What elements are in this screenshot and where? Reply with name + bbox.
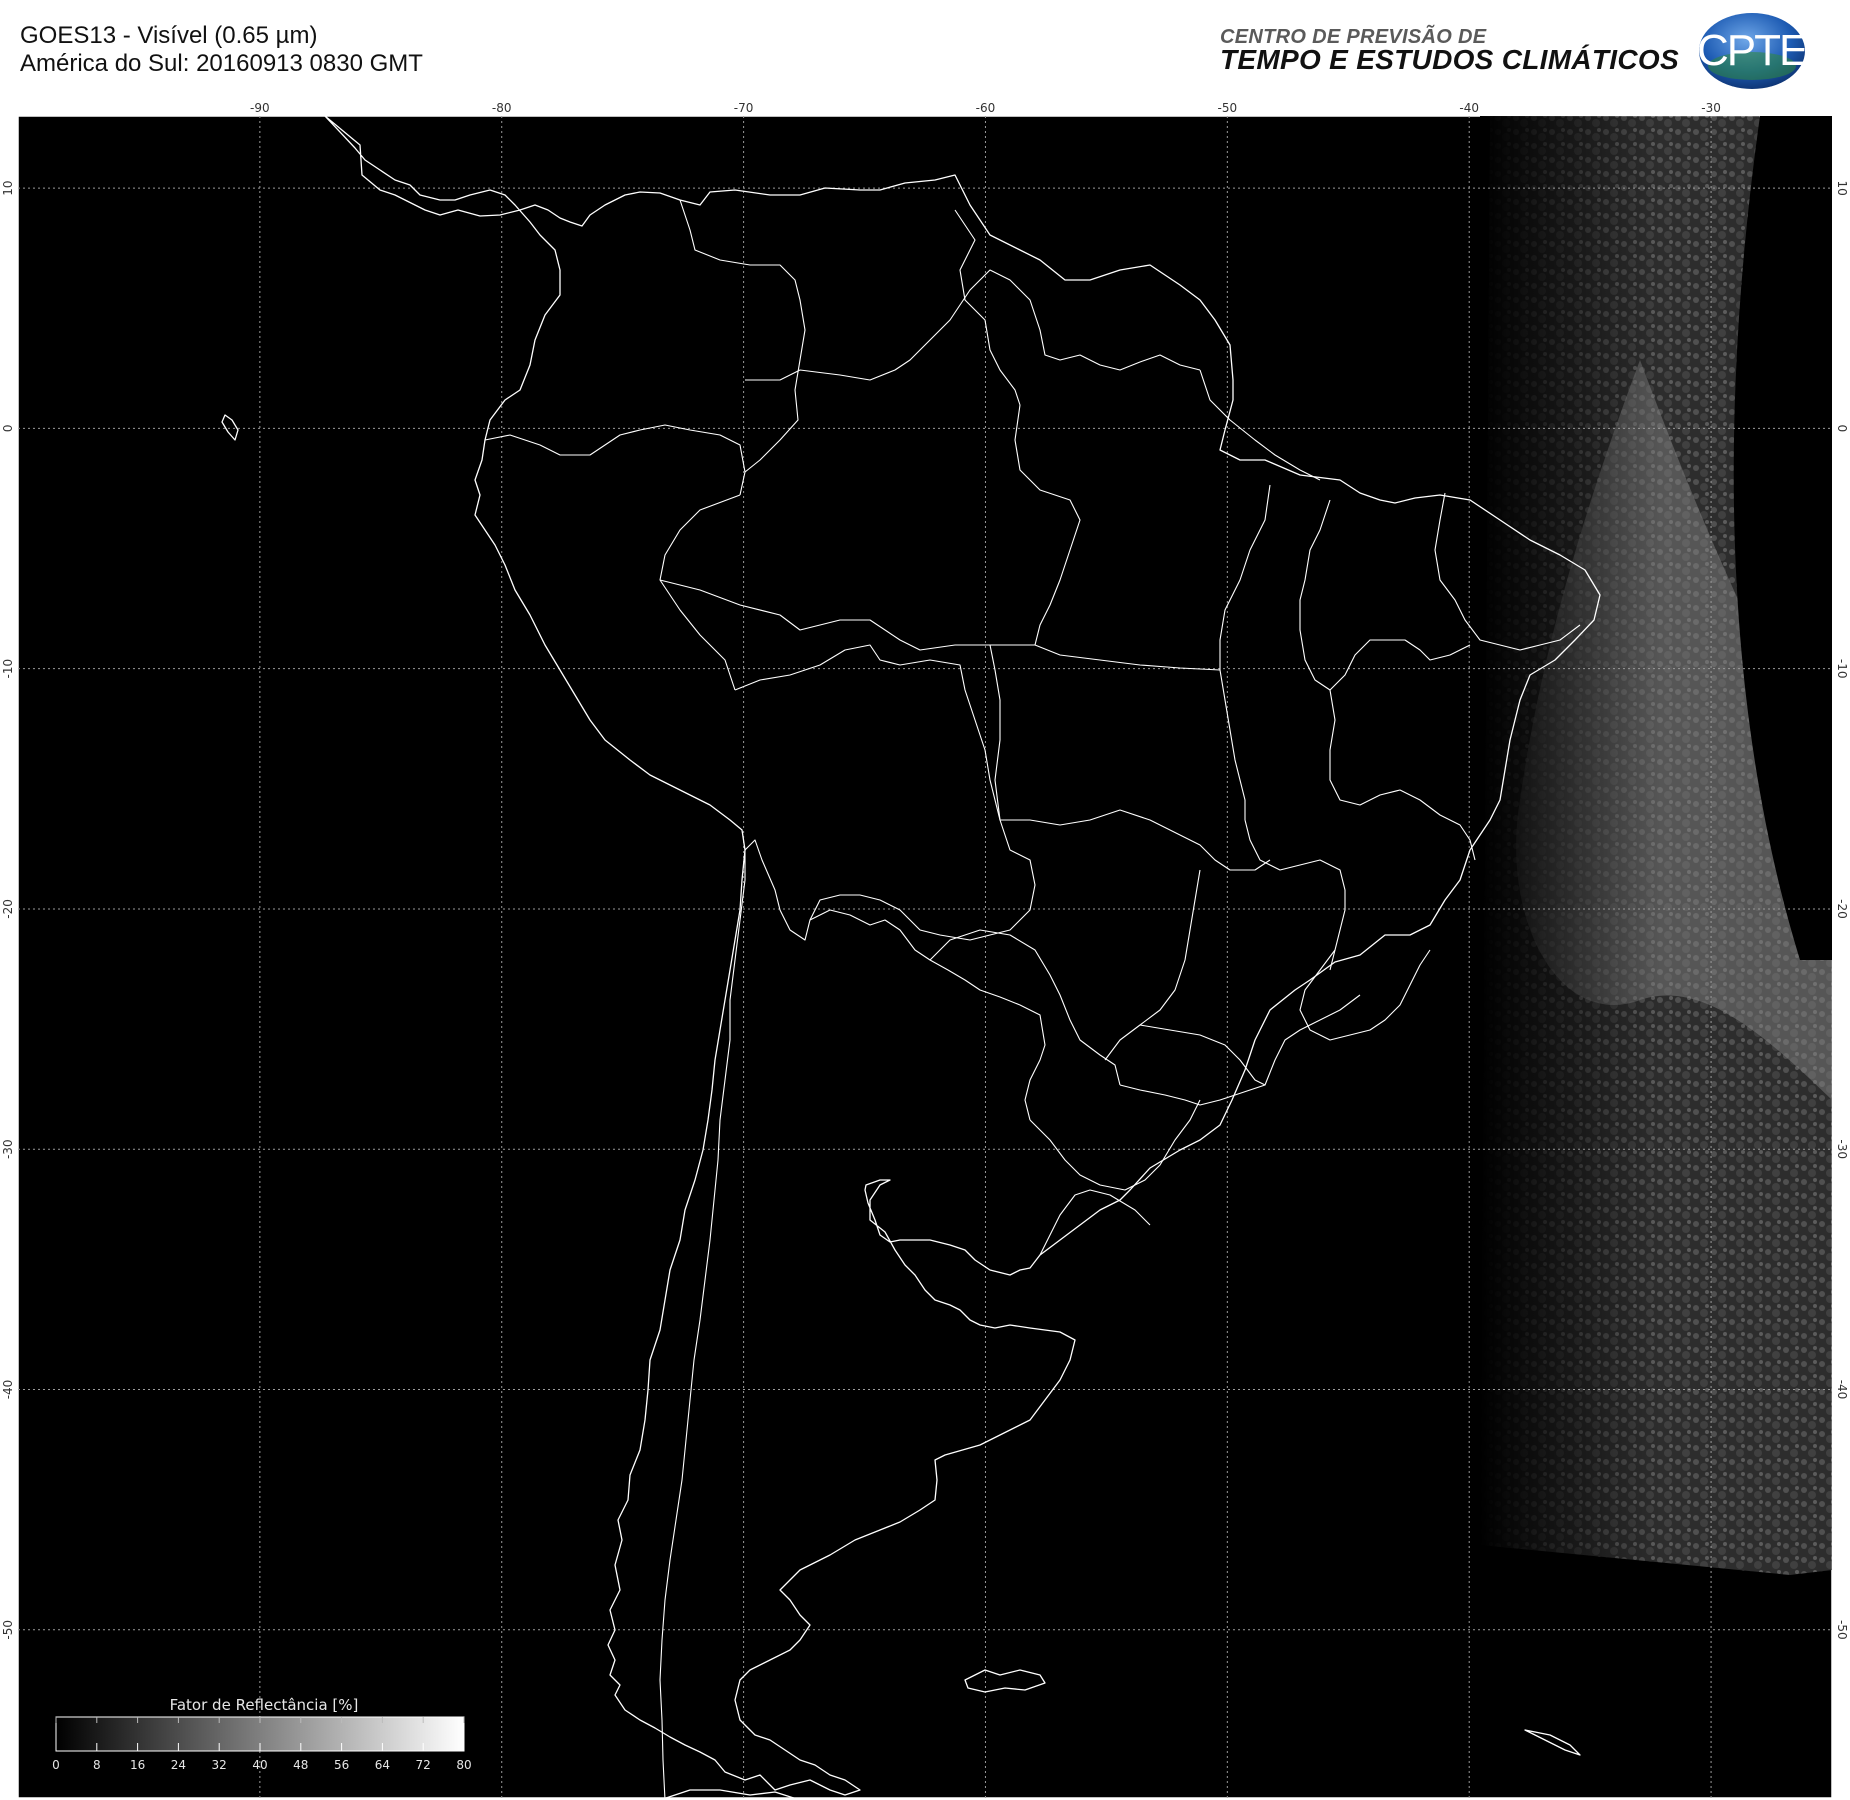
- lat-label-left: 10: [1, 180, 15, 195]
- lat-label-left: -40: [1, 1380, 15, 1400]
- lat-label-left: -50: [1, 1620, 15, 1640]
- colorbar-tick-label: 24: [171, 1758, 186, 1772]
- colorbar-tick-label: 72: [416, 1758, 431, 1772]
- lon-label-top: -30: [1701, 101, 1721, 115]
- colorbar-tick-label: 80: [456, 1758, 471, 1772]
- cloud-coverage: [1480, 116, 1832, 1576]
- lat-label-right: -10: [1835, 659, 1849, 679]
- lat-label-right: 10: [1835, 180, 1849, 195]
- cloud-fade: [1480, 116, 1660, 1576]
- map-canvas: -90-90-80-80-70-70-60-60-50-50-40-40-30-…: [1, 101, 1849, 1800]
- colorbar-tick-label: 0: [52, 1758, 60, 1772]
- lat-label-right: -50: [1835, 1620, 1849, 1640]
- lat-label-right: -20: [1835, 899, 1849, 919]
- lat-label-right: 0: [1835, 425, 1849, 433]
- header: GOES13 - Visível (0.65 µm) América do Su…: [0, 0, 1850, 100]
- colorbar-tick-label: 48: [293, 1758, 308, 1772]
- lat-label-left: -30: [1, 1139, 15, 1159]
- satellite-map: -90-90-80-80-70-70-60-60-50-50-40-40-30-…: [0, 100, 1850, 1800]
- cptec-logo: CPTEC: [1697, 10, 1838, 92]
- lat-label-right: -40: [1835, 1380, 1849, 1400]
- colorbar-tick-label: 32: [212, 1758, 227, 1772]
- org-name-line2: TEMPO E ESTUDOS CLIMÁTICOS: [1220, 44, 1679, 75]
- lon-label-top: -90: [250, 101, 270, 115]
- lon-label-top: -60: [976, 101, 996, 115]
- lat-label-left: -10: [1, 659, 15, 679]
- colorbar-tick-label: 40: [252, 1758, 267, 1772]
- lon-label-top: -80: [492, 101, 512, 115]
- colorbar-tick-label: 8: [93, 1758, 101, 1772]
- colorbar-title: Fator de Reflectância [%]: [170, 1696, 359, 1714]
- colorbar-tick-label: 16: [130, 1758, 145, 1772]
- lat-label-left: -20: [1, 899, 15, 919]
- lon-label-top: -50: [1218, 101, 1238, 115]
- region-timestamp: América do Sul: 20160913 0830 GMT: [20, 50, 423, 77]
- colorbar-tick-label: 64: [375, 1758, 390, 1772]
- lat-label-left: 0: [1, 425, 15, 433]
- lon-label-top: -40: [1459, 101, 1479, 115]
- lat-label-right: -30: [1835, 1139, 1849, 1159]
- lon-label-top: -70: [734, 101, 754, 115]
- product-title: GOES13 - Visível (0.65 µm): [20, 22, 318, 49]
- colorbar-tick-label: 56: [334, 1758, 349, 1772]
- logo-text: CPTEC: [1697, 26, 1838, 75]
